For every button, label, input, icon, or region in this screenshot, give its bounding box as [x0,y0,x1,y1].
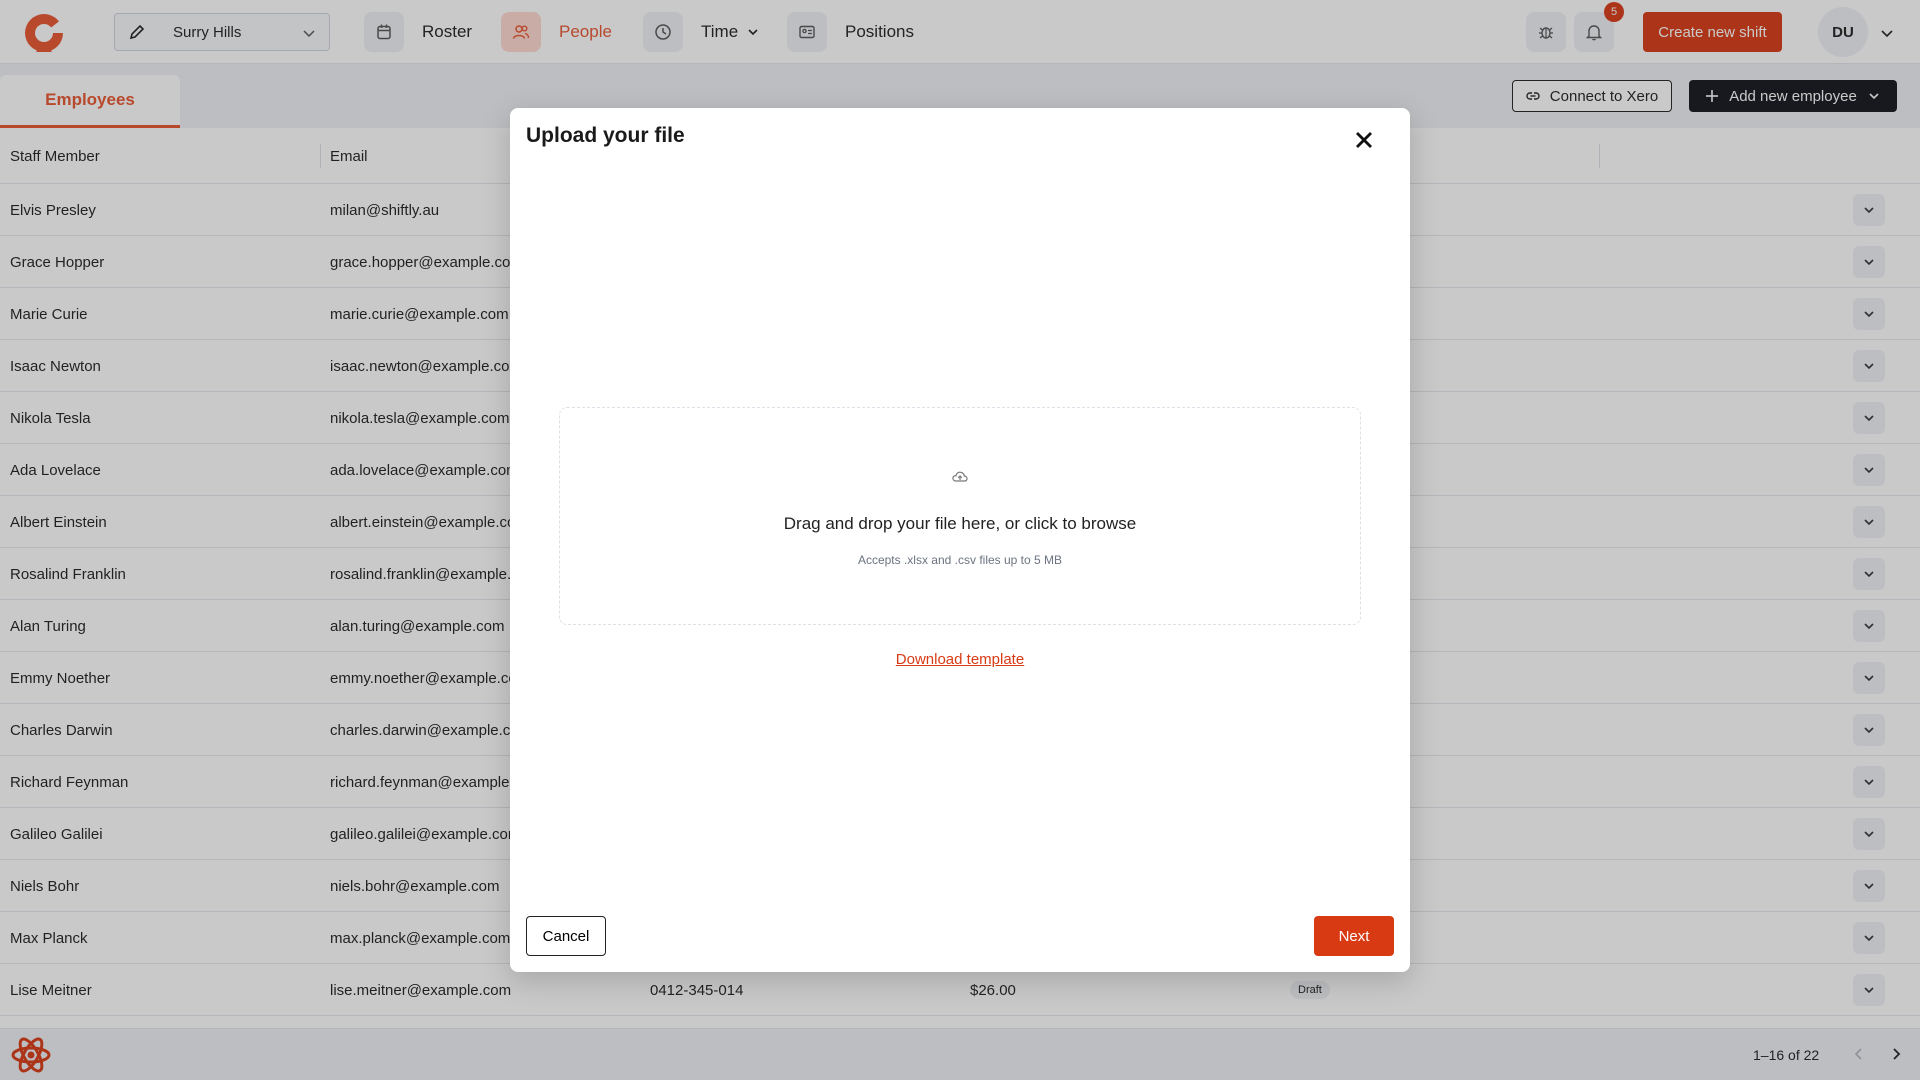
dropzone-file-types: Accepts .xlsx and .csv files up to 5 MB [857,553,1063,567]
file-dropzone[interactable]: Drag and drop your file here, or click t… [559,407,1361,625]
download-template-link[interactable]: Download template [510,651,1410,668]
close-button[interactable] [1348,124,1380,156]
upload-file-dialog: Upload your file Drag and drop your file… [510,108,1410,972]
dialog-title: Upload your file [526,124,685,147]
dropzone-instructions: Drag and drop your file here, or click t… [783,514,1137,533]
download-template-label[interactable]: Download template [896,651,1024,668]
next-button[interactable]: Next [1314,916,1394,956]
close-icon [1356,132,1372,148]
cancel-button[interactable]: Cancel [526,916,606,956]
cloud-upload-icon [952,471,968,482]
